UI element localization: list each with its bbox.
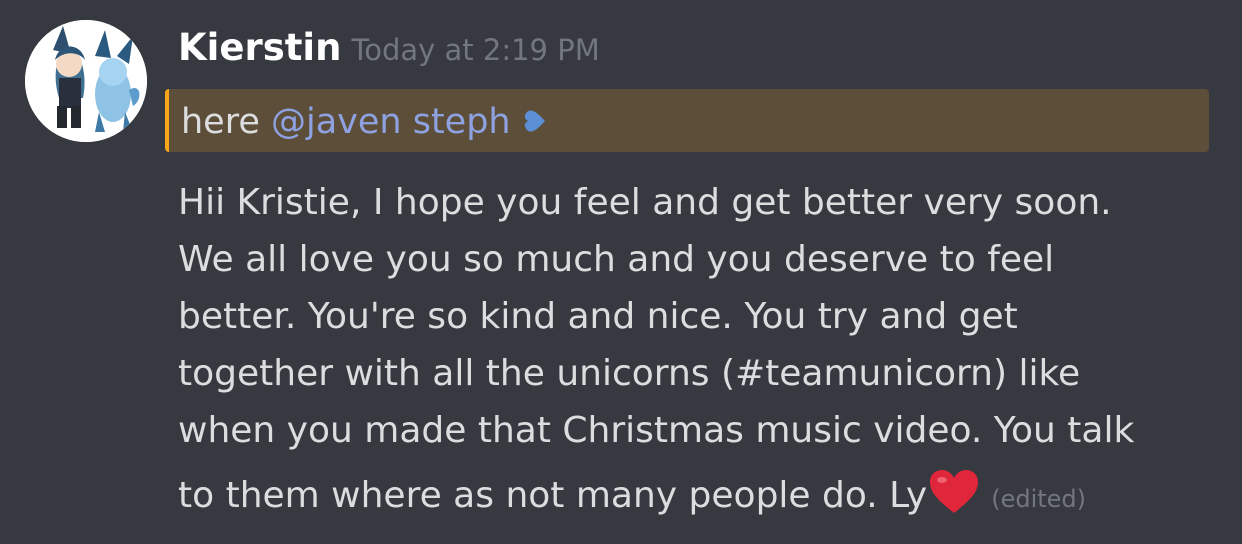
message-line: We all love you so much and you deserve … (178, 239, 1055, 280)
message-line-last: to them where as not many people do. Ly … (178, 467, 1228, 532)
message-content: Hii Kristie, I hope you feel and get bet… (178, 174, 1228, 532)
message-line: Hii Kristie, I hope you feel and get bet… (178, 182, 1112, 223)
message-line: when you made that Christmas music video… (178, 410, 1135, 451)
chat-message: Kierstin Today at 2:19 PM here @javen ste… (0, 0, 1242, 544)
message-header: Kierstin Today at 2:19 PM (178, 26, 600, 76)
message-timestamp: Today at 2:19 PM (351, 33, 600, 67)
mention-prefix-text: here (181, 102, 271, 142)
message-line-text: to them where as not many people do. Ly (178, 475, 928, 516)
message-line: better. You're so kind and nice. You try… (178, 296, 1018, 337)
avatar-image (25, 20, 147, 142)
mention-line: here @javen steph (181, 102, 549, 143)
avatar[interactable] (25, 20, 147, 142)
mention-highlight: here @javen steph (165, 89, 1209, 152)
username[interactable]: Kierstin (178, 26, 341, 69)
red-heart-icon (929, 469, 979, 532)
edited-label: (edited) (991, 485, 1087, 513)
message-line: together with all the unicorns (#teamuni… (178, 353, 1081, 394)
user-mention[interactable]: @javen steph (271, 102, 511, 142)
blue-heart-icon (523, 103, 549, 143)
